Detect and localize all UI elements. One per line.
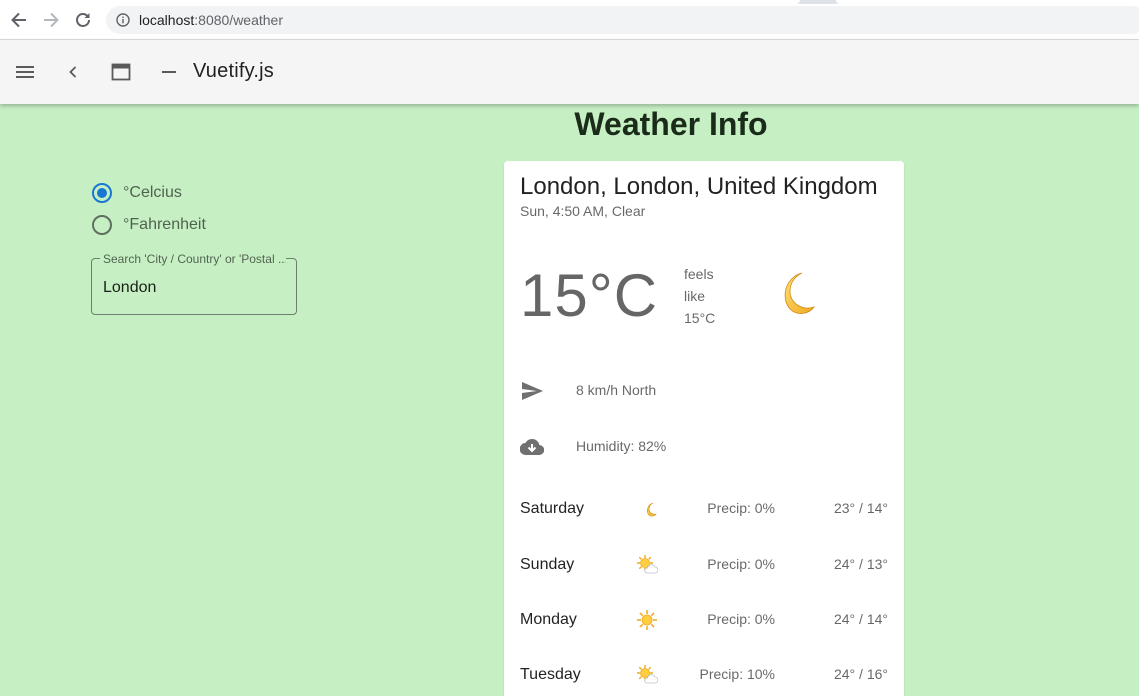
forecast-temps: 24° / 14° (833, 611, 888, 627)
feels-like-line1: feels (684, 266, 714, 282)
radio-checked-icon[interactable] (92, 183, 112, 203)
address-bar[interactable]: localhost:8080/weather (106, 6, 1139, 34)
sun-icon (637, 610, 657, 630)
forecast-precip: Precip: 0% (707, 556, 775, 572)
sun-behind-cloud-icon (637, 555, 658, 574)
feels-like: feels like 15°C (684, 263, 724, 329)
forecast-row: Monday Precip: 0% 24° / 14° (504, 605, 904, 635)
search-value[interactable]: London (103, 279, 156, 297)
forecast-day: Tuesday (520, 666, 581, 683)
weather-subtitle: Sun, 4:50 AM, Clear (520, 203, 646, 219)
url-path: :8080/weather (194, 12, 283, 28)
chevron-left-icon[interactable] (61, 60, 85, 84)
url-host: localhost (139, 12, 195, 28)
crescent-moon-icon (784, 272, 815, 314)
wind-text: 8 km/h North (576, 382, 657, 398)
send-icon (522, 382, 543, 400)
reload-icon[interactable] (73, 10, 93, 30)
back-arrow-icon[interactable] (9, 10, 29, 30)
forecast-temps: 24° / 16° (833, 666, 888, 682)
search-input[interactable]: Search 'City / Country' or 'Postal ... L… (91, 252, 297, 315)
forecast-precip: Precip: 0% (707, 611, 775, 627)
forecast-row: Saturday Precip: 0% 23° / 14° (504, 494, 904, 524)
forecast-row: Tuesday Precip: 10% 24° / 16° (504, 660, 904, 690)
radio-unchecked-icon[interactable] (92, 215, 112, 235)
browser-tab[interactable] (836, 0, 1139, 4)
window-maximize-icon[interactable] (109, 60, 133, 84)
feels-like-line2: like (684, 288, 706, 304)
browser-toolbar: localhost:8080/weather (0, 0, 1139, 40)
forward-arrow-icon[interactable] (41, 10, 61, 30)
app-bar: Vuetify.js (0, 40, 1139, 104)
page-title: Weather Info (574, 106, 768, 142)
sun-behind-cloud-icon (637, 665, 658, 684)
forecast-temps: 24° / 13° (833, 556, 888, 572)
location-title: London, London, United Kingdom (520, 173, 878, 200)
forecast-day: Sunday (520, 556, 575, 573)
forecast-day: Saturday (520, 500, 585, 517)
forecast-precip: Precip: 10% (699, 666, 775, 682)
fahrenheit-label: °Fahrenheit (123, 216, 206, 233)
forecast-precip: Precip: 0% (707, 500, 775, 516)
current-temperature: 15°C (520, 262, 659, 329)
active-tab[interactable] (0, 0, 800, 4)
menu-icon[interactable] (13, 60, 37, 84)
tab-strip (0, 0, 1139, 4)
weather-card: London, London, United Kingdom Sun, 4:50… (504, 161, 904, 696)
search-label: Search 'City / Country' or 'Postal ... (100, 252, 286, 266)
minus-icon[interactable] (157, 60, 181, 84)
site-info-icon[interactable] (116, 13, 130, 27)
forecast-temps: 23° / 14° (833, 500, 888, 516)
fahrenheit-radio[interactable]: °Fahrenheit (92, 214, 206, 236)
feels-like-value: 15°C (684, 310, 716, 326)
url-text[interactable]: localhost:8080/weather (139, 12, 283, 28)
forecast-row: Sunday Precip: 0% 24° / 13° (504, 550, 904, 580)
celsius-radio[interactable]: °Celcius (92, 182, 182, 204)
app-title: Vuetify.js (193, 60, 274, 82)
humidity-text: Humidity: 82% (576, 438, 667, 454)
celsius-label: °Celcius (123, 184, 182, 201)
cloud-download-icon (520, 438, 544, 456)
crescent-moon-icon (647, 502, 657, 517)
forecast-day: Monday (520, 611, 577, 628)
